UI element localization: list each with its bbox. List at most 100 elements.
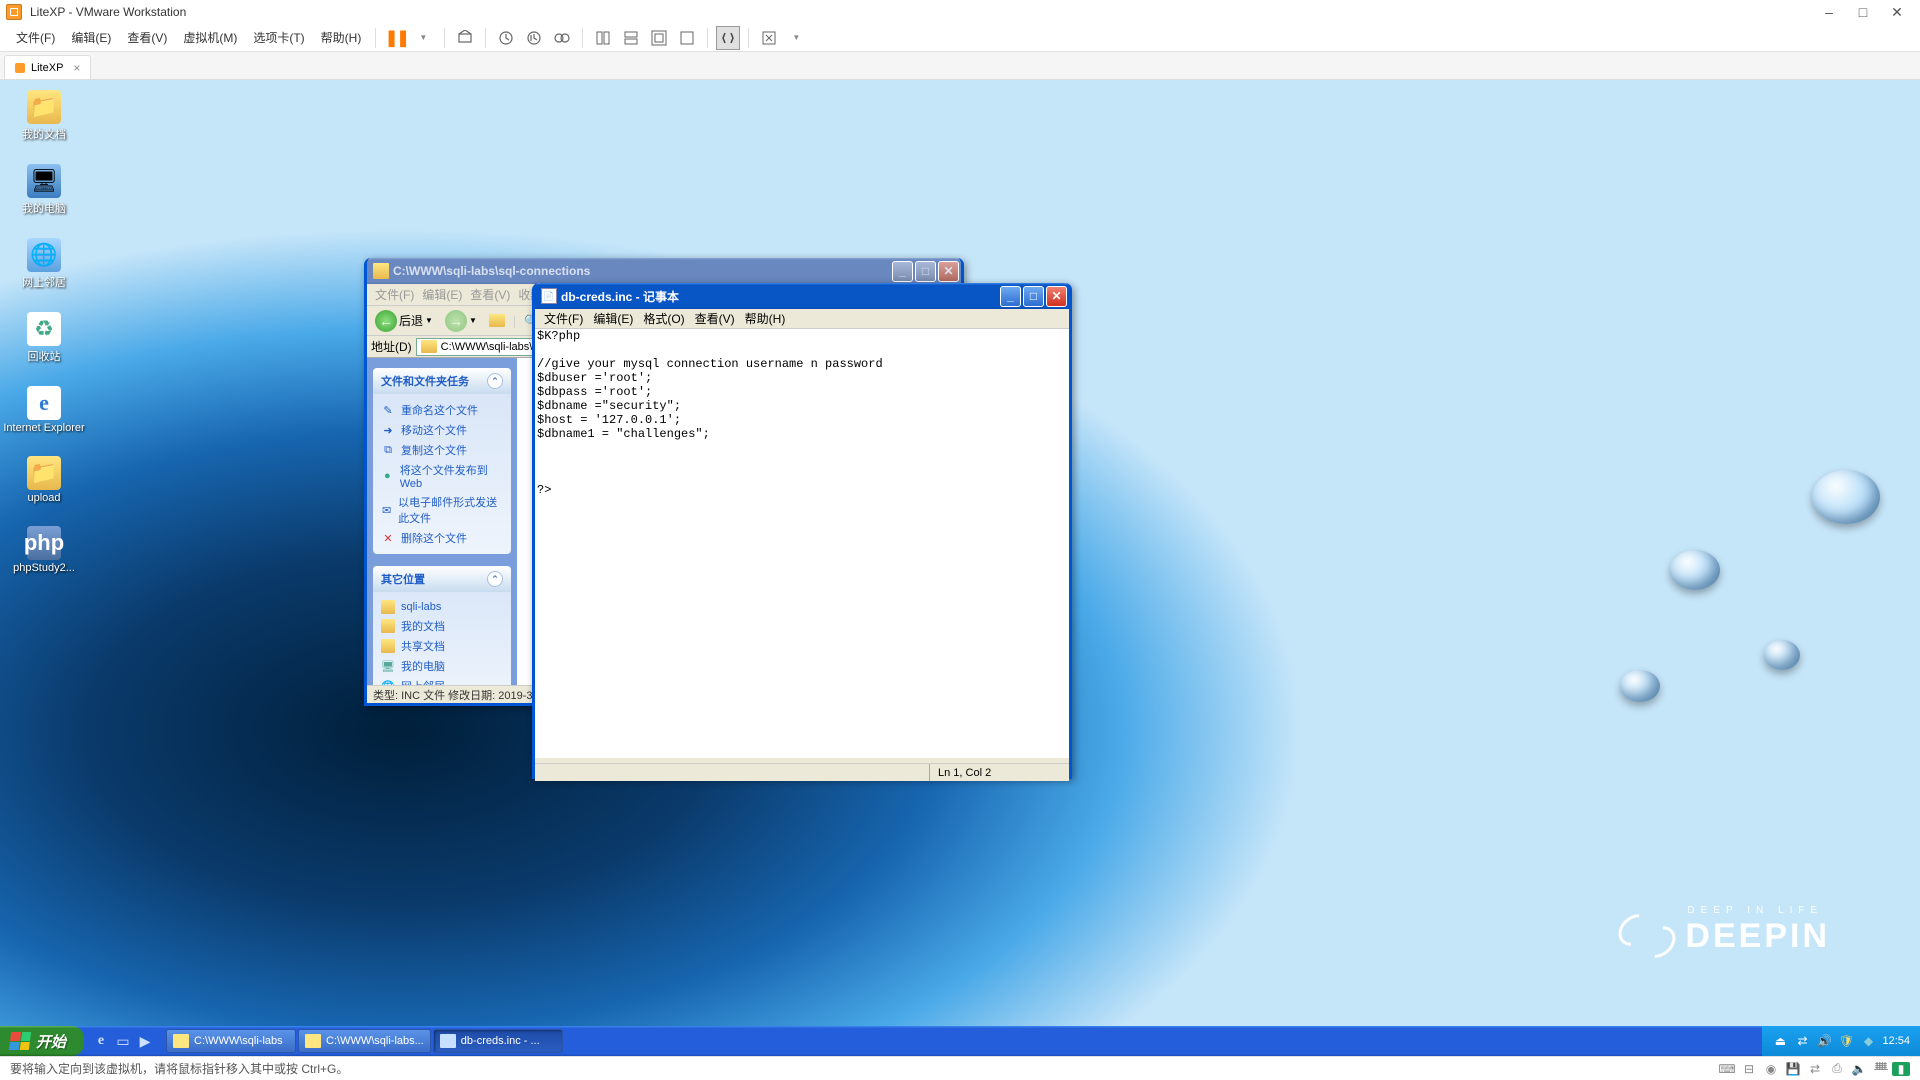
vm-tab-litexp[interactable]: LiteXP ×: [4, 55, 91, 79]
task-rename[interactable]: ✎重命名这个文件: [381, 400, 503, 420]
explorer-maximize-button[interactable]: □: [915, 261, 936, 282]
hs-network-icon[interactable]: ⇄: [1804, 1060, 1826, 1078]
send-ctrl-alt-del-button[interactable]: [453, 26, 477, 50]
wallpaper-drop: [1620, 670, 1660, 702]
place-shared[interactable]: 共享文档: [381, 636, 503, 656]
np-menu-help[interactable]: 帮助(H): [740, 308, 791, 329]
taskbar-task-explorer2[interactable]: C:\WWW\sqli-labs...: [298, 1029, 431, 1053]
tray-shield-icon[interactable]: 🛡: [1838, 1033, 1854, 1049]
task-email[interactable]: ✉以电子邮件形式发送此文件: [381, 492, 503, 528]
desktop-icon-upload[interactable]: 📁upload: [14, 456, 74, 504]
host-minimize-button[interactable]: ‒: [1812, 0, 1846, 24]
tray-app-icon[interactable]: ◆: [1860, 1033, 1876, 1049]
hs-cd-icon[interactable]: ◉: [1760, 1060, 1782, 1078]
hs-disk-icon[interactable]: ⊟: [1738, 1060, 1760, 1078]
task-delete[interactable]: ✕删除这个文件: [381, 528, 503, 548]
notepad-maximize-button[interactable]: □: [1023, 286, 1044, 307]
desktop-icon-ie[interactable]: eInternet Explorer: [14, 386, 74, 434]
pause-vm-button[interactable]: ❚❚: [384, 26, 408, 50]
folder-icon: [381, 600, 395, 614]
menu-tabs[interactable]: 选项卡(T): [245, 25, 312, 50]
status-text: 类型: INC 文件 修改日期: 2019-3-2 23: [373, 687, 558, 703]
np-menu-edit[interactable]: 编辑(E): [588, 308, 638, 329]
tray-clock[interactable]: 12:54: [1882, 1035, 1910, 1047]
explorer-titlebar[interactable]: C:\WWW\sqli-labs\sql-connections _ □ ✕: [367, 258, 961, 284]
notepad-window[interactable]: 📄 db-creds.inc - 记事本 _ □ ✕ 文件(F) 编辑(E) 格…: [532, 283, 1072, 779]
menu-file[interactable]: 文件(F): [8, 25, 63, 50]
snapshot-button[interactable]: [494, 26, 518, 50]
places-panel-header[interactable]: 其它位置⌃: [373, 566, 511, 592]
menu-view[interactable]: 查看(V): [119, 25, 175, 50]
desktop-icon-phpstudy[interactable]: phpphpStudy2...: [14, 526, 74, 574]
exp-menu-view[interactable]: 查看(V): [466, 284, 514, 305]
task-publish[interactable]: ●将这个文件发布到 Web: [381, 460, 503, 492]
notepad-minimize-button[interactable]: _: [1000, 286, 1021, 307]
ql-media-icon[interactable]: ▶: [136, 1032, 154, 1050]
hs-usb-icon[interactable]: ᚙ: [1870, 1060, 1892, 1078]
hs-display-icon[interactable]: ▮: [1892, 1062, 1910, 1076]
desktop-icon-recycle[interactable]: ♻回收站: [14, 312, 74, 364]
place-sqli-labs[interactable]: sqli-labs: [381, 598, 503, 616]
np-menu-format[interactable]: 格式(O): [638, 308, 689, 329]
ql-desktop-icon[interactable]: ▭: [114, 1032, 132, 1050]
quick-switch-button[interactable]: [716, 26, 740, 50]
vm-viewport[interactable]: DEEP IN LIFE DEEPIN 📁我的文档 🖥我的电脑 🌐网上邻居 ♻回…: [0, 80, 1920, 1056]
exp-menu-file[interactable]: 文件(F): [371, 284, 418, 305]
place-mydocs[interactable]: 我的文档: [381, 616, 503, 636]
notepad-close-button[interactable]: ✕: [1046, 286, 1067, 307]
web-icon: ●: [381, 469, 394, 483]
manage-snapshots-button[interactable]: [550, 26, 574, 50]
notepad-textarea[interactable]: [535, 329, 1069, 758]
stretch-dropdown[interactable]: ▼: [785, 26, 809, 50]
desktop-icon-mydocs[interactable]: 📁我的文档: [14, 90, 74, 142]
tray-network-icon[interactable]: ⇄: [1794, 1033, 1810, 1049]
tray-safe-remove-icon[interactable]: ⏏: [1772, 1033, 1788, 1049]
tray-volume-icon[interactable]: 🔊: [1816, 1033, 1832, 1049]
exp-menu-edit[interactable]: 编辑(E): [418, 284, 466, 305]
back-button[interactable]: ←后退 ▼: [371, 308, 437, 334]
start-button[interactable]: 开始: [0, 1026, 84, 1056]
np-menu-view[interactable]: 查看(V): [690, 308, 740, 329]
keyboard-indicator-icon[interactable]: ⌨: [1716, 1060, 1738, 1078]
deepin-main-text: DEEPIN: [1685, 917, 1830, 956]
place-mypc[interactable]: 🖥我的电脑: [381, 656, 503, 676]
notepad-titlebar[interactable]: 📄 db-creds.inc - 记事本 _ □ ✕: [535, 283, 1069, 309]
desktop-icon-mypc[interactable]: 🖥我的电脑: [14, 164, 74, 216]
forward-button[interactable]: →▼: [441, 308, 481, 334]
move-icon: ➜: [381, 423, 395, 437]
menu-vm[interactable]: 虚拟机(M): [175, 25, 245, 50]
host-status-text: 要将输入定向到该虚拟机，请将鼠标指针移入其中或按 Ctrl+G。: [10, 1060, 348, 1077]
task-copy[interactable]: ⧉复制这个文件: [381, 440, 503, 460]
pause-dropdown[interactable]: ▼: [412, 26, 436, 50]
up-button[interactable]: [485, 312, 509, 329]
task-panel: 文件和文件夹任务⌃ ✎重命名这个文件 ➜移动这个文件 ⧉复制这个文件 ●将这个文…: [373, 368, 511, 554]
stretch-guest-button[interactable]: [757, 26, 781, 50]
ql-ie-icon[interactable]: e: [92, 1032, 110, 1050]
hs-sound-icon[interactable]: 🔈: [1848, 1060, 1870, 1078]
place-network[interactable]: 🌐网上邻居: [381, 676, 503, 685]
view-unity-button[interactable]: [675, 26, 699, 50]
vmware-icon: [6, 4, 22, 20]
vm-tab-close[interactable]: ×: [73, 61, 80, 75]
view-console-button[interactable]: [619, 26, 643, 50]
menu-help[interactable]: 帮助(H): [313, 25, 370, 50]
deepin-logo: DEEP IN LIFE DEEPIN: [1617, 905, 1830, 956]
hs-floppy-icon[interactable]: 💾: [1782, 1060, 1804, 1078]
task-move[interactable]: ➜移动这个文件: [381, 420, 503, 440]
hs-printer-icon[interactable]: ⎙: [1826, 1060, 1848, 1078]
view-fullscreen-button[interactable]: [647, 26, 671, 50]
np-menu-file[interactable]: 文件(F): [539, 308, 588, 329]
taskbar-task-notepad[interactable]: db-creds.inc - ...: [433, 1029, 563, 1053]
taskbar-task-explorer1[interactable]: C:\WWW\sqli-labs: [166, 1029, 296, 1053]
view-single-button[interactable]: [591, 26, 615, 50]
desktop-icon-network[interactable]: 🌐网上邻居: [14, 238, 74, 290]
task-panel-header[interactable]: 文件和文件夹任务⌃: [373, 368, 511, 394]
explorer-close-button[interactable]: ✕: [938, 261, 959, 282]
explorer-minimize-button[interactable]: _: [892, 261, 913, 282]
revert-snapshot-button[interactable]: [522, 26, 546, 50]
folder-icon: [305, 1034, 321, 1048]
menu-edit[interactable]: 编辑(E): [63, 25, 119, 50]
folder-icon: 📁: [27, 456, 61, 490]
host-close-button[interactable]: ✕: [1880, 0, 1914, 24]
host-maximize-button[interactable]: □: [1846, 0, 1880, 24]
